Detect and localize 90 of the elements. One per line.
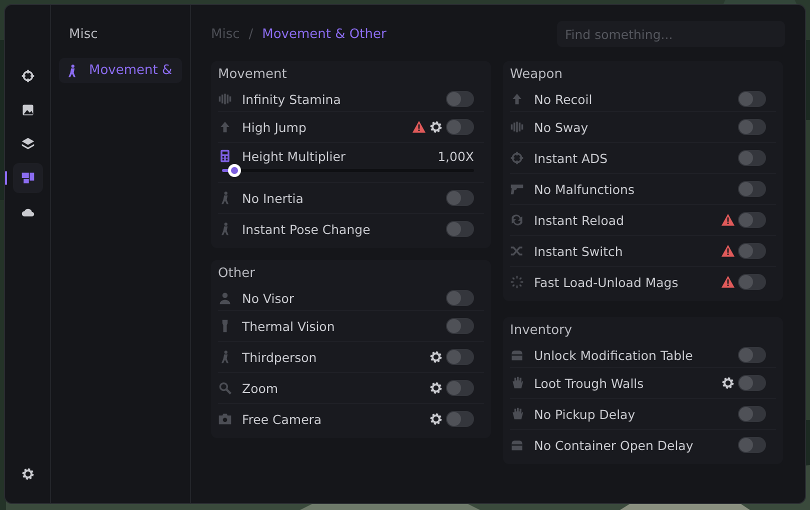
warning-icon: [412, 120, 426, 134]
option-label: Fast Load-Unload Mags: [534, 274, 680, 290]
crosshair-icon: [20, 69, 34, 83]
toggle-switch[interactable]: [738, 181, 766, 197]
layers-icon: [20, 137, 34, 151]
option-label: Height Multiplier: [242, 148, 347, 164]
toggle-switch[interactable]: [738, 406, 766, 422]
gun-icon: [510, 182, 524, 196]
gear-icon: [429, 120, 443, 134]
option-label: No Recoil: [534, 92, 594, 106]
option-label: Instant ADS: [534, 150, 609, 166]
option-label: Infinity Stamina: [242, 92, 342, 106]
toggle-switch[interactable]: [446, 318, 474, 334]
warning-icon: [721, 213, 735, 227]
cycle-icon: [510, 213, 524, 227]
toggle-switch[interactable]: [738, 243, 766, 259]
shuffle-icon: [510, 244, 524, 258]
bars-icon: [218, 92, 232, 106]
option-label: No Pickup Delay: [534, 406, 636, 422]
gear-icon: [429, 412, 443, 426]
toggle-switch[interactable]: [446, 119, 474, 135]
option-label: Unlock Modification Table: [534, 348, 694, 362]
arrow-up-icon: [218, 120, 232, 134]
option-label: No Sway: [534, 120, 590, 134]
settings-button[interactable]: [429, 120, 443, 134]
option-label: Loot Trough Walls: [534, 376, 645, 390]
bars-icon: [510, 120, 524, 134]
dots-icon: [510, 275, 524, 289]
option-label: Instant Switch: [534, 244, 624, 258]
slider-value: 1,00X: [438, 148, 474, 164]
toggle-switch[interactable]: [446, 91, 474, 107]
category-item[interactable]: Movement &: [59, 58, 182, 83]
warning-icon: [721, 275, 735, 289]
toggle-switch[interactable]: [738, 212, 766, 228]
nav-button[interactable]: [12, 163, 42, 193]
section-title: Inventory: [510, 323, 574, 340]
box-icon: [510, 438, 524, 452]
toggle-switch[interactable]: [738, 437, 766, 453]
person-icon: [218, 291, 232, 305]
image-icon: [20, 103, 34, 117]
section-title: Other: [218, 266, 256, 283]
gear-icon: [20, 467, 34, 481]
category-title: Misc: [68, 27, 99, 42]
hand-icon: [510, 376, 524, 390]
toggle-switch[interactable]: [738, 375, 766, 391]
toggle-switch[interactable]: [446, 411, 474, 427]
toggle-switch[interactable]: [738, 91, 766, 107]
settings-button[interactable]: [429, 350, 443, 364]
camera-icon: [218, 412, 232, 426]
option-label: No Container Open Delay: [534, 438, 694, 452]
toggle-switch[interactable]: [446, 290, 474, 306]
slider-thumb[interactable]: [228, 164, 241, 177]
hand-icon: [510, 407, 524, 421]
warning-icon: [721, 244, 735, 258]
search-field[interactable]: Find something...: [557, 21, 785, 47]
gear-icon: [429, 350, 443, 364]
arrow-up-icon: [510, 92, 524, 106]
section-title: Movement: [218, 67, 288, 84]
option-label: Zoom: [242, 380, 280, 396]
toggle-switch[interactable]: [446, 349, 474, 365]
option-label: Instant Pose Change: [242, 222, 372, 236]
toggle-switch[interactable]: [738, 119, 766, 135]
toggle-switch[interactable]: [738, 150, 766, 166]
settings-button[interactable]: [429, 412, 443, 426]
option-label: Thirdperson: [242, 350, 318, 364]
dashboard-icon: [20, 171, 34, 185]
option-label: No Malfunctions: [534, 182, 636, 196]
gear-icon: [429, 381, 443, 395]
option-label: Free Camera: [242, 412, 323, 426]
active-indicator: [5, 171, 6, 185]
option-label: No Visor: [242, 290, 296, 306]
breadcrumb-separator: /: [248, 26, 254, 42]
toggle-switch[interactable]: [446, 221, 474, 237]
toggle-switch[interactable]: [738, 274, 766, 290]
option-label: Thermal Vision: [242, 318, 336, 334]
option-label: Instant Reload: [534, 212, 626, 228]
box-icon: [510, 348, 524, 362]
section-title: Weapon: [510, 67, 564, 84]
toggle-switch[interactable]: [738, 347, 766, 363]
calculator-icon: [218, 149, 232, 163]
breadcrumb-current: Movement & Other: [262, 26, 386, 42]
settings-button[interactable]: [721, 376, 735, 390]
gear-icon: [721, 376, 735, 390]
toggle-switch[interactable]: [446, 380, 474, 396]
crosshair-icon: [510, 151, 524, 165]
magnifier-icon: [218, 381, 232, 395]
option-label: High Jump: [242, 120, 308, 134]
settings-button[interactable]: [429, 381, 443, 395]
toggle-switch[interactable]: [446, 190, 474, 206]
option-label: No Inertia: [242, 190, 304, 206]
